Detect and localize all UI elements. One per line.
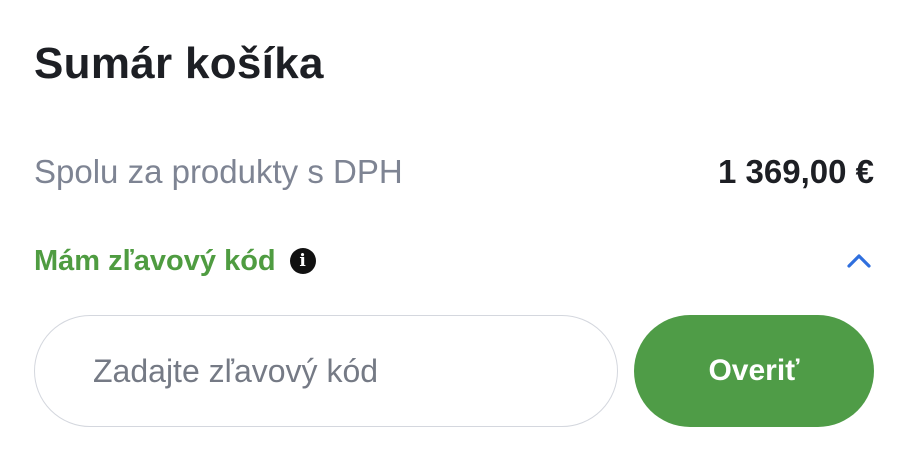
verify-discount-button[interactable]: Overiť bbox=[634, 315, 874, 427]
info-icon[interactable]: i bbox=[289, 248, 316, 274]
products-total-row: Spolu za produkty s DPH 1 369,00 € bbox=[34, 148, 874, 196]
products-total-value: 1 369,00 € bbox=[718, 153, 874, 190]
discount-code-input[interactable] bbox=[34, 315, 618, 427]
products-total-label: Spolu za produkty s DPH bbox=[34, 153, 403, 190]
discount-code-toggle[interactable]: Mám zľavový kód i bbox=[34, 238, 874, 284]
discount-code-toggle-left: Mám zľavový kód i bbox=[34, 245, 316, 278]
cart-summary-panel: Sumár košíka Spolu za produkty s DPH 1 3… bbox=[0, 0, 900, 457]
chevron-up-icon-svg bbox=[847, 254, 871, 268]
cart-summary-title: Sumár košíka bbox=[34, 39, 324, 88]
discount-code-label: Mám zľavový kód bbox=[34, 244, 276, 277]
chevron-up-icon[interactable] bbox=[844, 246, 874, 276]
